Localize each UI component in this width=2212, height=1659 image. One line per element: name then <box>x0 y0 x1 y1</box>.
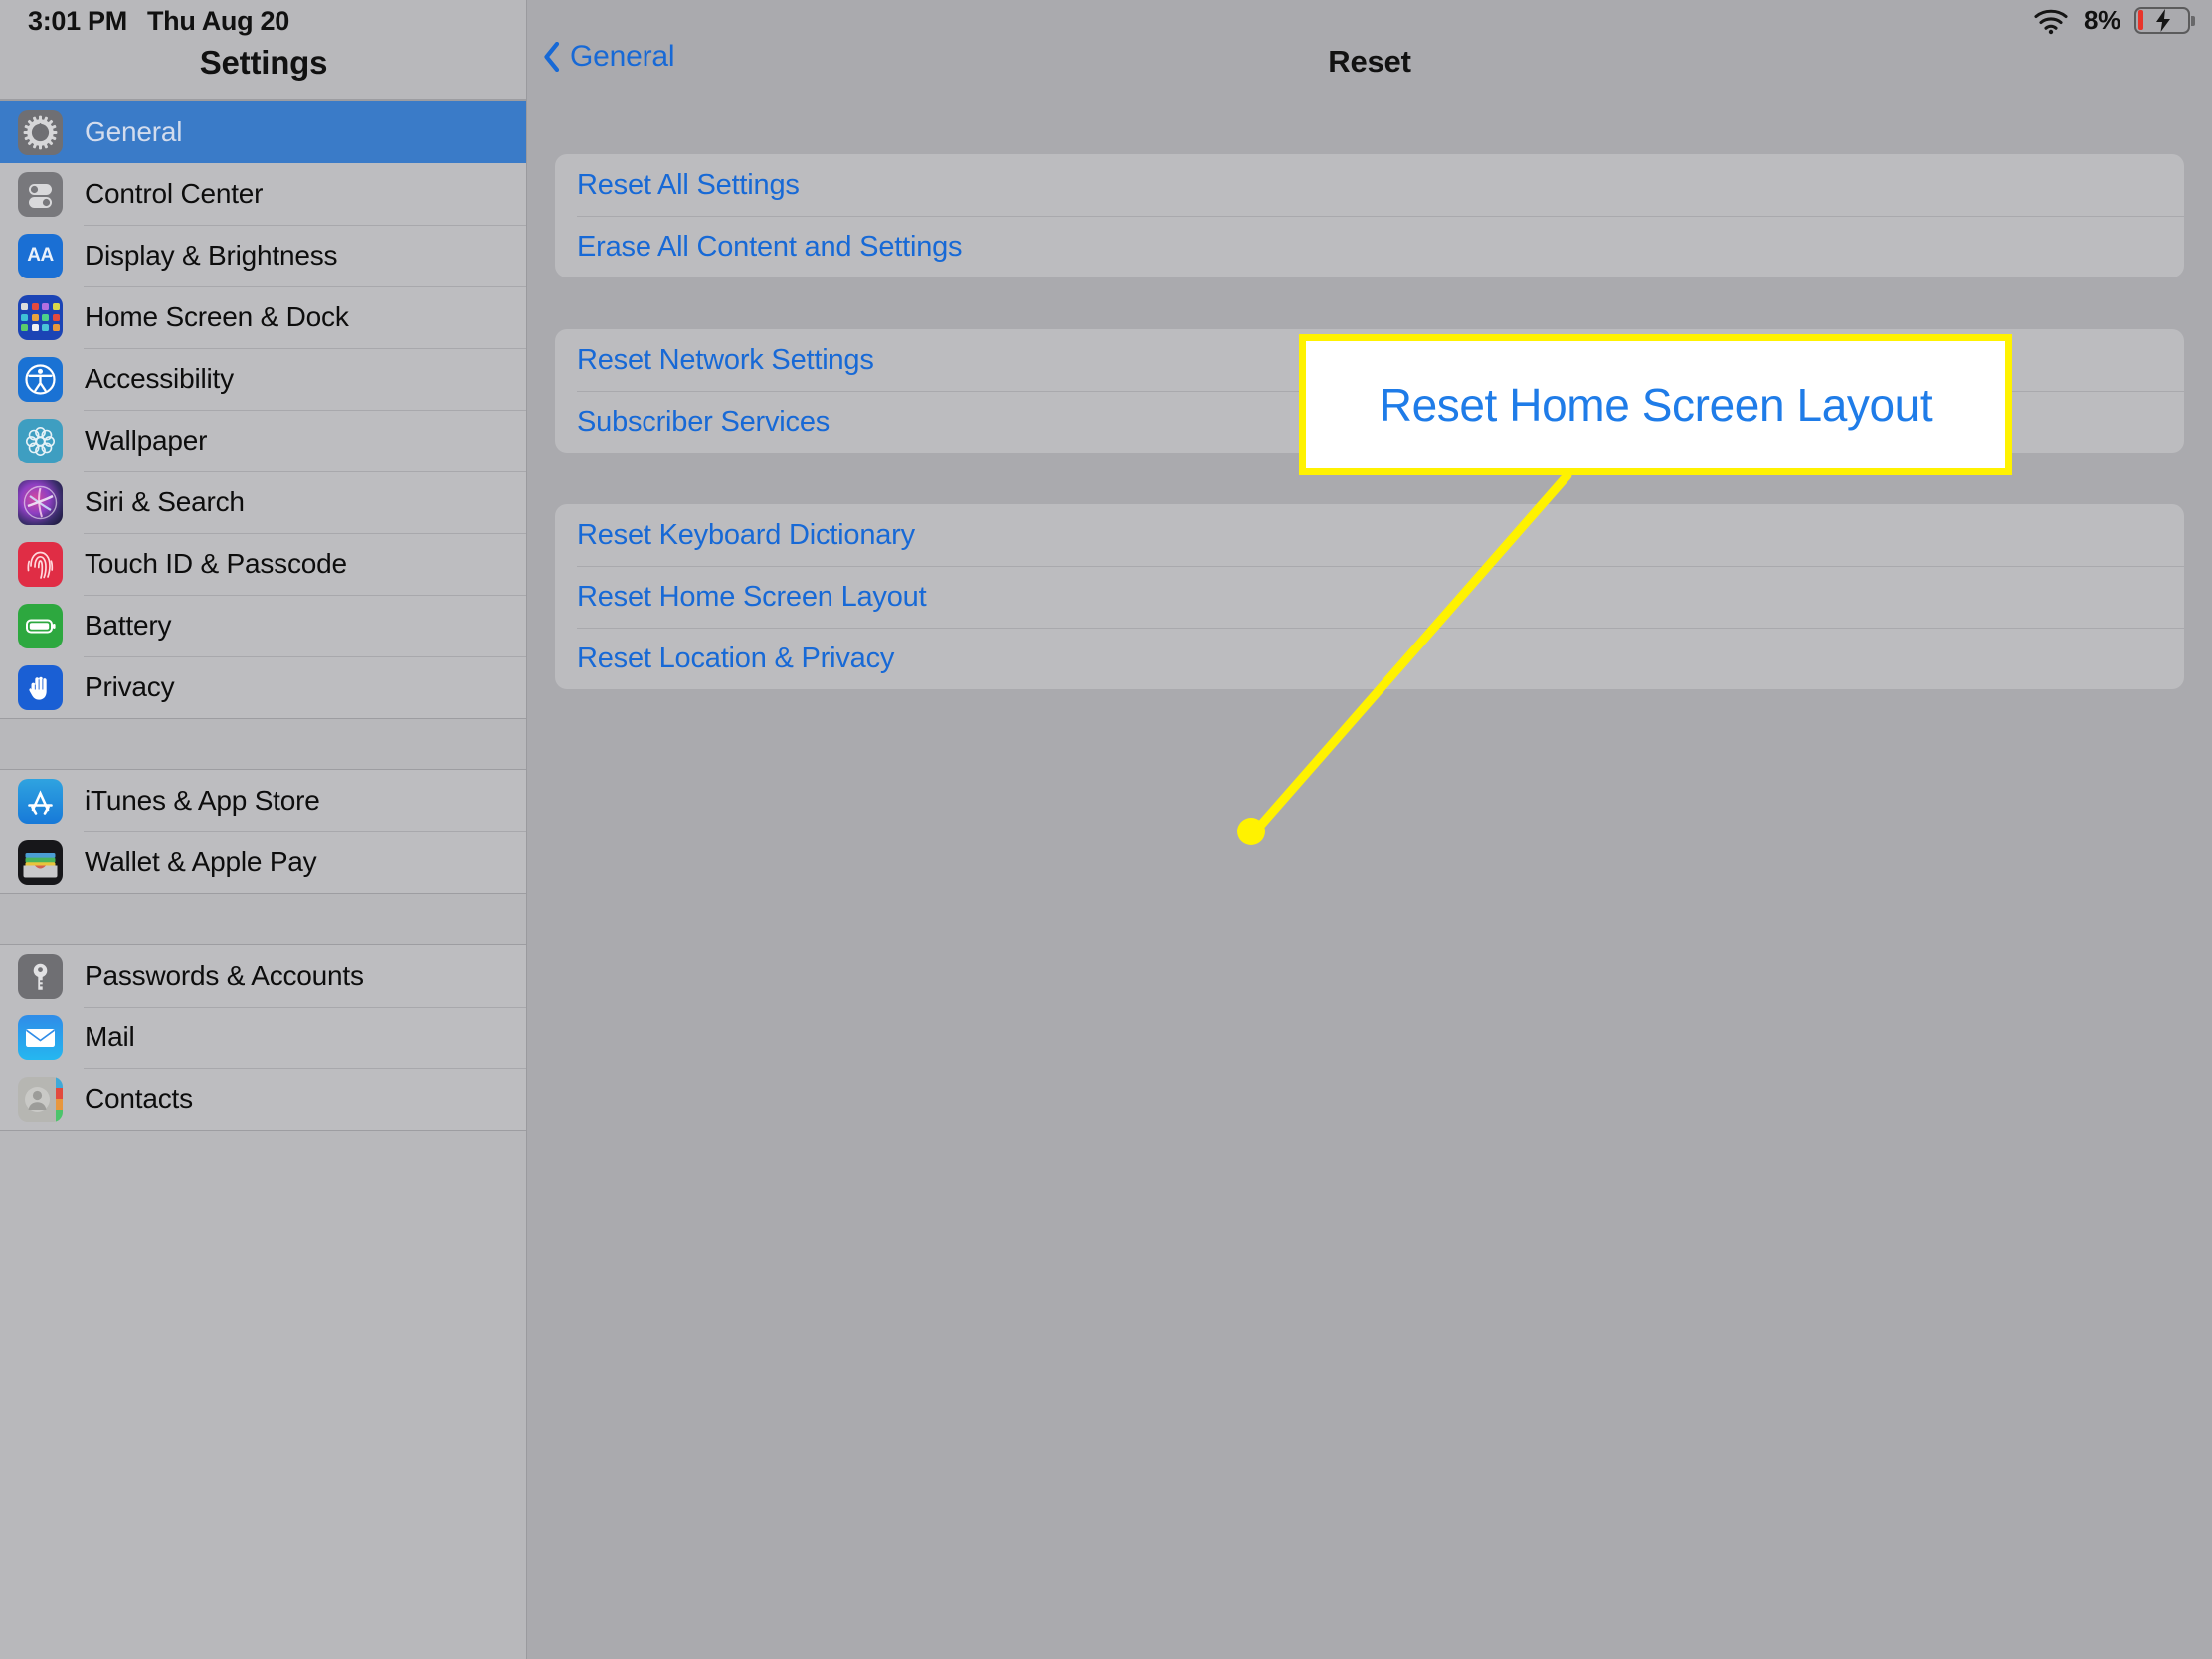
sidebar-scroll-area[interactable]: General Control Center AA Display & Brig… <box>0 100 526 1659</box>
sidebar-item-battery[interactable]: Battery <box>0 595 526 656</box>
sidebar-item-label: Wallet & Apple Pay <box>85 846 317 877</box>
gear-icon-glyph <box>23 115 58 149</box>
sidebar-item-label: Privacy <box>85 671 175 702</box>
status-bar-left: 3:01 PM Thu Aug 20 <box>28 6 289 37</box>
reset-group-3: Reset Keyboard Dictionary Reset Home Scr… <box>555 504 2184 689</box>
sidebar-group-1: General Control Center AA Display & Brig… <box>0 100 526 719</box>
sidebar-item-passwords-accounts[interactable]: Passwords & Accounts <box>0 945 526 1007</box>
sidebar-item-wallet-apple-pay[interactable]: Wallet & Apple Pay <box>0 831 526 893</box>
aa-text-size-icon-glyph: AA <box>27 245 54 266</box>
wallet-icon <box>18 839 63 885</box>
toggles-icon <box>18 171 63 217</box>
reset-all-settings-row[interactable]: Reset All Settings <box>555 154 2184 216</box>
app-store-icon <box>18 778 63 824</box>
sidebar-item-privacy[interactable]: Privacy <box>0 656 526 718</box>
sidebar-item-label: iTunes & App Store <box>85 785 320 816</box>
sidebar-item-label: General <box>85 116 183 147</box>
ipad-settings-screen: Settings General Control Center AA Displ… <box>0 0 2212 1659</box>
envelope-icon-glyph <box>25 1028 56 1047</box>
callout-label: Reset Home Screen Layout <box>1379 379 1933 431</box>
fingerprint-icon-glyph <box>27 551 54 579</box>
battery-percent-label: 8% <box>2084 5 2120 35</box>
sidebar-item-wallpaper[interactable]: Wallpaper <box>0 410 526 471</box>
app-grid-icon <box>18 294 63 340</box>
accessibility-person-icon-glyph <box>25 363 56 395</box>
battery-cap <box>2191 15 2195 26</box>
sidebar-item-label: Touch ID & Passcode <box>85 548 347 579</box>
sidebar-group-spacer <box>0 719 526 769</box>
row-label: Reset Location & Privacy <box>577 642 895 674</box>
sidebar-item-general[interactable]: General <box>0 101 526 163</box>
sidebar-item-label: Mail <box>85 1021 135 1052</box>
row-label: Reset All Settings <box>577 168 800 201</box>
sidebar-group-spacer <box>0 894 526 944</box>
sidebar-item-mail[interactable]: Mail <box>0 1007 526 1068</box>
battery-level-fill <box>2137 10 2143 30</box>
battery-charging-icon <box>2134 6 2196 35</box>
status-bar-right: 8% <box>2032 5 2196 36</box>
wifi-icon <box>2034 9 2068 34</box>
fingerprint-icon <box>18 541 63 587</box>
sidebar-item-control-center[interactable]: Control Center <box>0 163 526 225</box>
row-label: Subscriber Services <box>577 405 830 438</box>
settings-sidebar: Settings General Control Center AA Displ… <box>0 0 527 1659</box>
battery-icon <box>18 603 63 648</box>
sidebar-group-3: Passwords & Accounts Mail Contacts <box>0 944 526 1131</box>
toggles-icon-glyph <box>29 183 52 208</box>
sidebar-item-accessibility[interactable]: Accessibility <box>0 348 526 410</box>
key-icon-glyph <box>33 963 48 990</box>
sidebar-item-label: Control Center <box>85 178 264 209</box>
charging-bolt-icon <box>2156 8 2170 32</box>
sidebar-item-touch-id-passcode[interactable]: Touch ID & Passcode <box>0 533 526 595</box>
sidebar-item-label: Home Screen & Dock <box>85 301 349 332</box>
row-label: Reset Keyboard Dictionary <box>577 518 915 551</box>
clock-time: 3:01 PM <box>28 6 127 36</box>
sidebar-item-label: Siri & Search <box>85 486 245 517</box>
wallet-icon-glyph <box>23 852 58 877</box>
siri-orb-icon-glyph <box>23 485 58 519</box>
sidebar-item-siri-search[interactable]: Siri & Search <box>0 471 526 533</box>
flower-icon <box>18 418 63 463</box>
app-grid-icon-glyph <box>21 303 60 331</box>
sidebar-item-label: Battery <box>85 610 172 641</box>
contacts-tab-strip <box>56 1076 63 1122</box>
sidebar-item-label: Passwords & Accounts <box>85 960 364 991</box>
flower-icon-glyph <box>25 426 55 456</box>
envelope-icon <box>18 1014 63 1060</box>
sidebar-item-label: Contacts <box>85 1083 193 1114</box>
gear-icon <box>18 109 63 155</box>
sidebar-item-contacts[interactable]: Contacts <box>0 1068 526 1130</box>
key-icon <box>18 953 63 999</box>
page-title: Reset <box>1328 44 1411 79</box>
row-label: Reset Network Settings <box>577 343 874 376</box>
sidebar-item-itunes-app-store[interactable]: iTunes & App Store <box>0 770 526 831</box>
hand-icon <box>18 664 63 710</box>
accessibility-person-icon <box>18 356 63 402</box>
sidebar-item-label: Accessibility <box>85 363 234 394</box>
row-label: Erase All Content and Settings <box>577 230 963 263</box>
aa-text-size-icon: AA <box>18 233 63 278</box>
reset-keyboard-dictionary-row[interactable]: Reset Keyboard Dictionary <box>555 504 2184 566</box>
erase-all-content-and-settings-row[interactable]: Erase All Content and Settings <box>555 216 2184 277</box>
reset-group-1: Reset All Settings Erase All Content and… <box>555 154 2184 277</box>
hand-icon-glyph <box>29 676 47 700</box>
contact-person-icon <box>18 1076 63 1122</box>
battery-icon-glyph <box>26 619 56 633</box>
sidebar-item-display-brightness[interactable]: AA Display & Brightness <box>0 225 526 286</box>
clock-date: Thu Aug 20 <box>146 6 289 36</box>
callout-box: Reset Home Screen Layout <box>1299 334 2012 475</box>
sidebar-item-home-screen-dock[interactable]: Home Screen & Dock <box>0 286 526 348</box>
reset-detail-pane: General Reset Reset All Settings Erase A… <box>527 0 2212 1659</box>
app-store-icon-glyph <box>28 789 53 815</box>
sidebar-title: Settings <box>199 44 328 81</box>
siri-orb-icon <box>18 479 63 525</box>
row-label: Reset Home Screen Layout <box>577 580 927 613</box>
sidebar-group-2: iTunes & App Store Wallet & Apple Pay <box>0 769 526 894</box>
reset-location-privacy-row[interactable]: Reset Location & Privacy <box>555 628 2184 689</box>
sidebar-item-label: Wallpaper <box>85 425 208 456</box>
sidebar-item-label: Display & Brightness <box>85 240 338 271</box>
status-bar: 3:01 PM Thu Aug 20 8% <box>0 0 2212 40</box>
reset-home-screen-layout-row[interactable]: Reset Home Screen Layout <box>555 566 2184 628</box>
